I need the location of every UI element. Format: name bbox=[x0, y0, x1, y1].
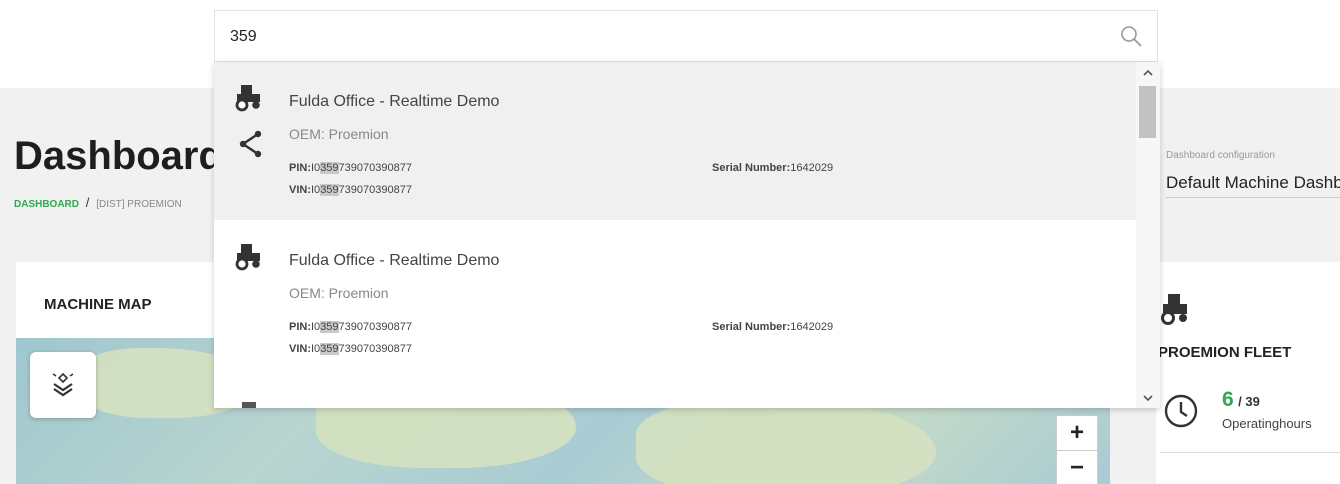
vin-label: VIN: bbox=[289, 184, 311, 196]
operating-hours-count: 6 bbox=[1222, 388, 1234, 411]
pin-match-highlight: 359 bbox=[320, 162, 339, 174]
breadcrumb-separator: / bbox=[85, 195, 90, 210]
map-layers-button[interactable] bbox=[30, 352, 96, 418]
tractor-icon bbox=[1161, 294, 1187, 325]
pin-suffix: 739070390877 bbox=[338, 162, 412, 174]
fleet-divider bbox=[1160, 452, 1340, 453]
result-oem: OEM: Proemion bbox=[289, 285, 389, 301]
operating-hours-value: 6 / 39 bbox=[1222, 388, 1260, 412]
zoom-out-button[interactable]: − bbox=[1056, 450, 1098, 484]
share-icon[interactable] bbox=[238, 130, 264, 158]
dropdown-scrollbar[interactable] bbox=[1136, 62, 1160, 408]
vin-prefix: I0 bbox=[311, 184, 321, 196]
fleet-card: PROEMION FLEET 6 / 39 Operatinghours bbox=[1156, 262, 1340, 484]
vin-suffix: 739070390877 bbox=[338, 184, 412, 196]
vin-suffix: 739070390877 bbox=[338, 343, 412, 355]
pin-prefix: I0 bbox=[311, 162, 321, 174]
search-result-item[interactable]: Fulda Office - Realtime Demo OEM: Proemi… bbox=[214, 221, 1136, 379]
dashboard-config-label: Dashboard configuration bbox=[1166, 150, 1275, 161]
zoom-in-button[interactable]: + bbox=[1056, 415, 1098, 451]
scroll-up-icon[interactable] bbox=[1136, 62, 1160, 82]
scrollbar-thumb[interactable] bbox=[1139, 86, 1156, 138]
search-input[interactable]: 359 bbox=[214, 10, 1158, 62]
result-serial-number: Serial Number:1642029 bbox=[712, 162, 833, 174]
next-result-peek bbox=[242, 402, 256, 408]
breadcrumb-current: [DIST] PROEMION bbox=[96, 199, 182, 210]
dashboard-configuration: Dashboard configuration Default Machine … bbox=[1166, 150, 1340, 198]
operating-hours-total: / 39 bbox=[1238, 394, 1260, 409]
result-machine-name: Fulda Office - Realtime Demo bbox=[289, 252, 500, 269]
map-landmass bbox=[636, 398, 936, 484]
pin-prefix: I0 bbox=[311, 321, 321, 333]
dashboard-config-select[interactable]: Default Machine Dashboard bbox=[1166, 173, 1340, 198]
vin-prefix: I0 bbox=[311, 343, 321, 355]
fleet-title: PROEMION FLEET bbox=[1158, 344, 1292, 361]
serial-value: 1642029 bbox=[790, 321, 834, 333]
tractor-icon bbox=[235, 244, 260, 271]
result-vin: VIN:I0359739070390877 bbox=[289, 184, 412, 196]
search-icon[interactable] bbox=[1119, 24, 1143, 48]
search-results-dropdown: Fulda Office - Realtime Demo OEM: Proemi… bbox=[214, 62, 1160, 408]
vin-match-highlight: 359 bbox=[320, 184, 339, 196]
machine-map-title: MACHINE MAP bbox=[44, 296, 152, 313]
pin-label: PIN: bbox=[289, 162, 311, 174]
tractor-icon bbox=[235, 85, 260, 112]
serial-value: 1642029 bbox=[790, 162, 834, 174]
layers-icon bbox=[52, 372, 74, 397]
vin-match-highlight: 359 bbox=[320, 343, 339, 355]
breadcrumb: DASHBOARD / [DIST] PROEMION bbox=[14, 195, 182, 210]
result-pin: PIN:I0359739070390877 bbox=[289, 162, 412, 174]
operating-hours-label: Operatinghours bbox=[1222, 416, 1312, 431]
vin-label: VIN: bbox=[289, 343, 311, 355]
pin-match-highlight: 359 bbox=[320, 321, 339, 333]
result-vin: VIN:I0359739070390877 bbox=[289, 343, 412, 355]
serial-label: Serial Number: bbox=[712, 321, 791, 333]
serial-label: Serial Number: bbox=[712, 162, 791, 174]
search-input-value[interactable]: 359 bbox=[230, 28, 257, 46]
clock-icon bbox=[1164, 394, 1198, 428]
pin-label: PIN: bbox=[289, 321, 311, 333]
result-machine-name: Fulda Office - Realtime Demo bbox=[289, 93, 500, 110]
breadcrumb-dashboard-link[interactable]: DASHBOARD bbox=[14, 199, 79, 210]
pin-suffix: 739070390877 bbox=[338, 321, 412, 333]
result-pin: PIN:I0359739070390877 bbox=[289, 321, 412, 333]
result-serial-number: Serial Number:1642029 bbox=[712, 321, 833, 333]
search-result-item[interactable]: Fulda Office - Realtime Demo OEM: Proemi… bbox=[214, 62, 1136, 220]
result-oem: OEM: Proemion bbox=[289, 126, 389, 142]
scroll-down-icon[interactable] bbox=[1136, 388, 1160, 408]
page-title: Dashboard bbox=[14, 134, 223, 178]
